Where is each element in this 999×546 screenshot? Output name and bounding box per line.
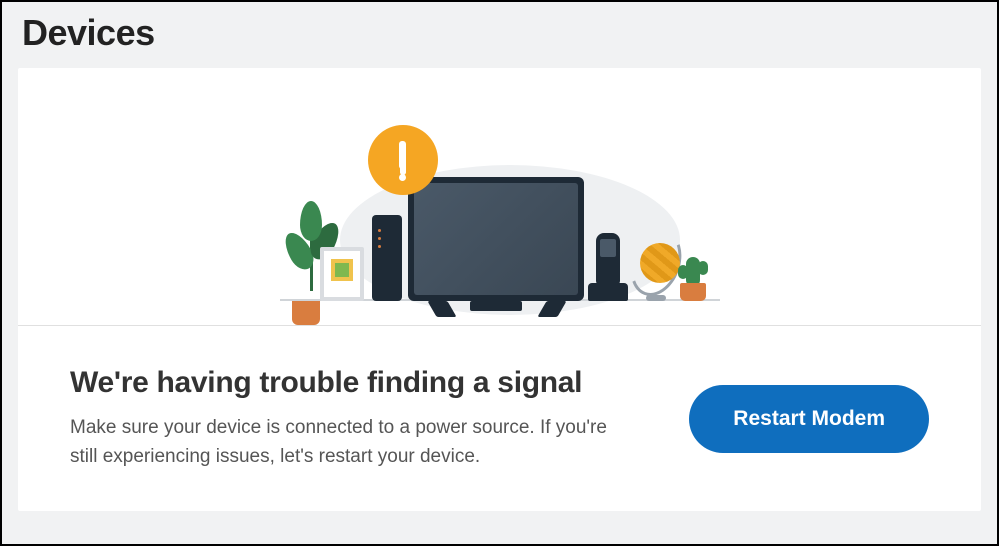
phone-base-icon [588, 283, 628, 301]
page-title: Devices [22, 12, 977, 54]
tv-icon [408, 177, 584, 301]
modem-icon [372, 215, 402, 301]
phone-screen-icon [600, 239, 616, 257]
alert-description: Make sure your device is connected to a … [70, 414, 610, 471]
devices-illustration [280, 125, 720, 325]
plant-pot-icon [292, 301, 320, 325]
alert-heading: We're having trouble finding a signal [70, 366, 649, 400]
page-header: Devices [2, 2, 997, 68]
cactus-pot-icon [680, 283, 706, 301]
illustration-panel [18, 68, 981, 326]
restart-modem-button[interactable]: Restart Modem [689, 385, 929, 453]
tv-stand-icon [470, 301, 522, 311]
warning-icon [368, 125, 438, 195]
devices-alert-card: We're having trouble finding a signal Ma… [18, 68, 981, 511]
alert-text: We're having trouble finding a signal Ma… [70, 366, 649, 471]
globe-icon [634, 231, 678, 301]
alert-message-section: We're having trouble finding a signal Ma… [18, 326, 981, 511]
picture-frame-icon [320, 247, 364, 301]
